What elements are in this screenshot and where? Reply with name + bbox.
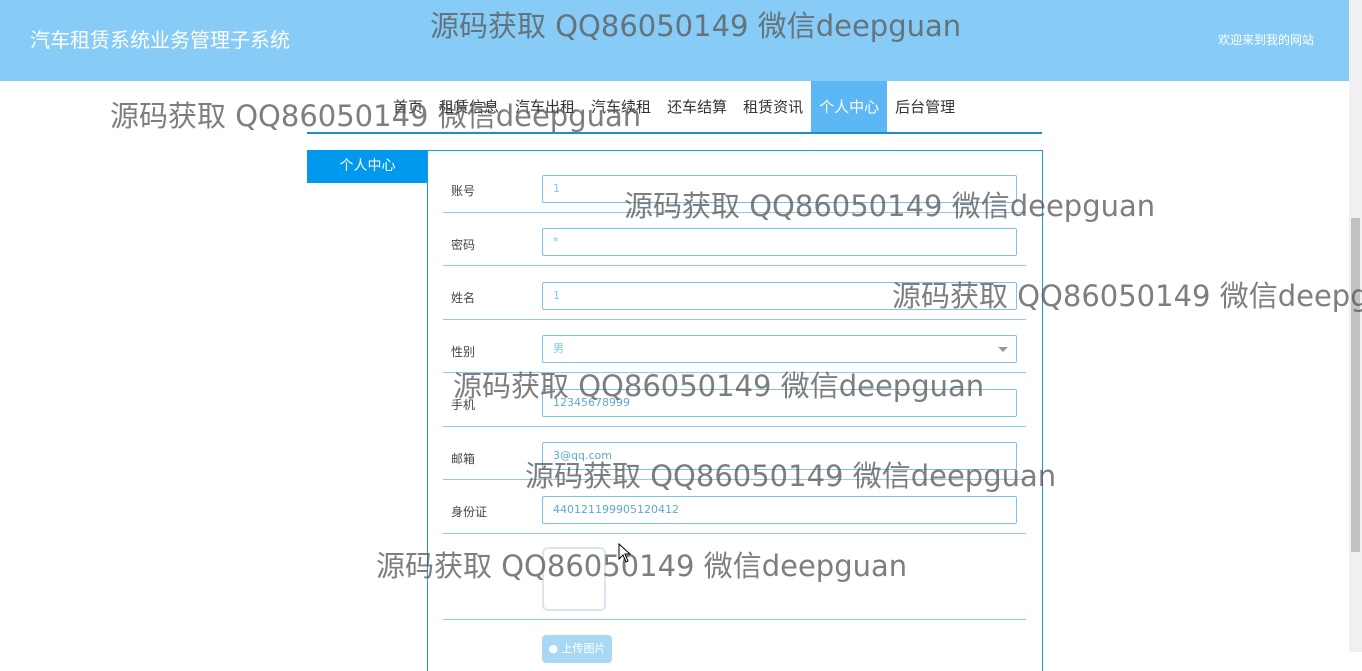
upload-image-button[interactable]: ● 上传图片 (542, 635, 612, 663)
nav-item-admin[interactable]: 后台管理 (887, 81, 963, 133)
welcome-text: 欢迎来到我的网站 (1217, 33, 1314, 47)
gender-select-value: 男 (553, 342, 564, 355)
account-input[interactable]: 1 (542, 175, 1017, 203)
field-label-email: 邮箱 (451, 452, 476, 466)
id-card-input[interactable]: 440121199905120412 (542, 496, 1017, 524)
name-input[interactable]: 1 (542, 282, 1017, 310)
row-divider (443, 426, 1026, 427)
field-label-name: 姓名 (451, 291, 476, 305)
nav-item-home[interactable]: 首页 (385, 81, 431, 133)
field-label-id-card: 身份证 (451, 505, 488, 519)
row-divider (443, 319, 1026, 320)
row-divider (443, 212, 1026, 213)
phone-input[interactable]: 12345678999 (542, 389, 1017, 417)
row-divider (443, 533, 1026, 534)
site-header: 汽车租赁系统业务管理子系统 欢迎来到我的网站 (0, 0, 1349, 81)
sidebar-tab-personal-center[interactable]: 个人中心 (307, 150, 428, 183)
avatar-preview[interactable] (542, 547, 606, 611)
profile-form: 账号 1 密码 * 姓名 1 性别 男 手机 12345678999 邮箱 3@… (427, 150, 1043, 671)
email-input[interactable]: 3@qq.com (542, 442, 1017, 470)
upload-image-button-label: 上传图片 (561, 642, 606, 655)
scrollbar-thumb[interactable] (1351, 218, 1360, 552)
nav-item-rental-news[interactable]: 租赁资讯 (735, 81, 811, 133)
nav-item-return-settlement[interactable]: 还车结算 (659, 81, 735, 133)
row-divider (443, 372, 1026, 373)
upload-icon: ● (548, 642, 559, 655)
chevron-down-icon (998, 347, 1008, 352)
gender-select[interactable]: 男 (542, 335, 1017, 363)
nav-divider (307, 132, 1042, 134)
mouse-cursor-icon (618, 543, 632, 563)
field-label-password: 密码 (451, 238, 476, 252)
field-label-phone: 手机 (451, 398, 476, 412)
field-label-account: 账号 (451, 184, 476, 198)
nav-item-rental-renewal[interactable]: 汽车续租 (583, 81, 659, 133)
nav-item-rental-info[interactable]: 租赁信息 (431, 81, 507, 133)
password-input[interactable]: * (542, 228, 1017, 256)
nav-item-personal-center[interactable]: 个人中心 (811, 81, 888, 133)
row-divider (443, 265, 1026, 266)
page-scrollbar[interactable] (1349, 0, 1362, 652)
site-title: 汽车租赁系统业务管理子系统 (30, 28, 290, 52)
row-divider (443, 619, 1026, 620)
nav-item-car-rental[interactable]: 汽车出租 (507, 81, 583, 133)
row-divider (443, 479, 1026, 480)
main-nav: 首页 租赁信息 汽车出租 汽车续租 还车结算 租赁资讯 个人中心 后台管理 (385, 81, 963, 133)
field-label-gender: 性别 (451, 345, 476, 359)
